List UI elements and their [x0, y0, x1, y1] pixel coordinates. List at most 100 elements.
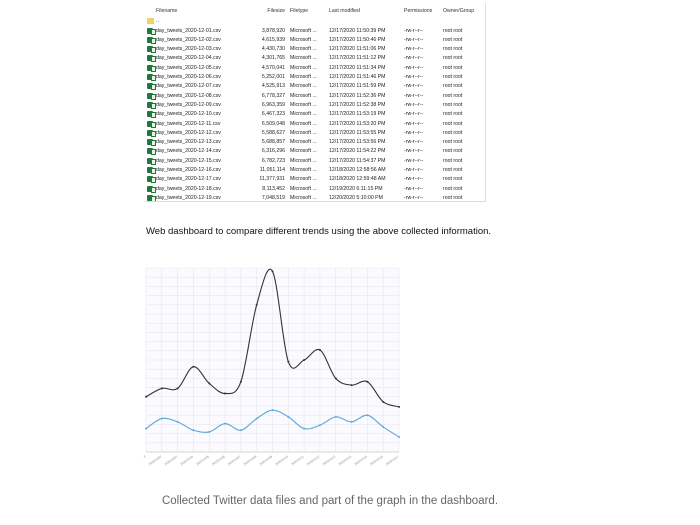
filesize: 4,615,939	[245, 37, 285, 43]
filetype: Microsoft ...	[290, 37, 317, 43]
data-point	[272, 270, 274, 272]
last-modified: 12/17/2020 11:53:19 PM	[329, 111, 385, 117]
file-row[interactable]: day_tweets_2020-12-11.csv 6,509,048 Micros…	[145, 120, 485, 129]
file-row[interactable]: day_tweets_2020-12-16.csv11,051,114Micro…	[145, 166, 485, 175]
csv-file-icon	[147, 167, 153, 173]
file-row[interactable]: day_tweets_2020-12-15.csv6,782,723Micros…	[145, 157, 485, 166]
filetype: Microsoft ...	[290, 102, 317, 108]
filename: day_tweets_2020-12-11.csv	[156, 121, 221, 127]
owner-group: root root	[443, 65, 462, 71]
data-point	[335, 377, 337, 379]
file-row[interactable]: day_tweets_2020-12-12.csv5,588,627Micros…	[145, 129, 485, 138]
file-row[interactable]: day_tweets_2020-12-17.csv11,377,931Micro…	[145, 175, 485, 184]
owner-group: root root	[443, 186, 462, 192]
column-header[interactable]: Owner/Group	[443, 8, 474, 14]
data-point	[335, 416, 337, 418]
filename: day_tweets_2020-12-17.csv	[156, 176, 221, 182]
csv-file-icon	[147, 121, 153, 127]
owner-group: root root	[443, 195, 462, 201]
data-point	[351, 384, 353, 386]
permissions: -rw-r--r--	[404, 111, 423, 117]
owner-group: root root	[443, 28, 462, 34]
file-row[interactable]: day_tweets_2020-12-09.csv6,963,359Micros…	[145, 101, 485, 110]
parent-folder-row[interactable]: ..	[145, 17, 485, 26]
column-header[interactable]: Filesize	[245, 8, 285, 14]
x-tick-label: 2020/12/15	[353, 454, 368, 466]
filename: day_tweets_2020-12-03.csv	[156, 46, 221, 52]
filesize: 6,782,723	[245, 158, 285, 164]
filename: day_tweets_2020-12-13.csv	[156, 139, 221, 145]
file-row[interactable]: day_tweets_2020-12-02.csv4,615,939Micros…	[145, 36, 485, 45]
file-row[interactable]: day_tweets_2020-12-18.csv8,113,452Micros…	[145, 185, 485, 194]
permissions: -rw-r--r--	[404, 186, 423, 192]
file-row[interactable]: day_tweets_2020-12-05.csv4,570,041Micros…	[145, 64, 485, 73]
x-tick-label: 2020/12/17	[385, 454, 400, 466]
column-header[interactable]: Filename	[156, 8, 177, 14]
column-header[interactable]: Permissions	[404, 8, 432, 14]
last-modified: 12/17/2020 11:52:38 PM	[329, 102, 385, 108]
file-row[interactable]: day_tweets_2020-12-10.csv6,467,323Micros…	[145, 110, 485, 119]
file-row[interactable]: day_tweets_2020-12-04.csv4,301,765Micros…	[145, 54, 485, 63]
filesize: 4,301,765	[245, 55, 285, 61]
filename: day_tweets_2020-12-05.csv	[156, 65, 221, 71]
x-tick-label: 2020/12/16	[369, 454, 384, 466]
data-point	[287, 361, 289, 363]
filesize: 5,688,857	[245, 139, 285, 145]
file-row[interactable]: day_tweets_2020-12-01.csv3,878,920Micros…	[145, 27, 485, 36]
data-point	[161, 387, 163, 389]
data-point	[303, 428, 305, 430]
csv-file-icon	[147, 176, 153, 182]
filetype: Microsoft ...	[290, 158, 317, 164]
data-point	[319, 424, 321, 426]
file-row[interactable]: day_tweets_2020-12-19.csv7,048,519Micros…	[145, 194, 485, 202]
filetype: Microsoft ...	[290, 176, 317, 182]
x-tick-label: 0	[143, 454, 147, 458]
permissions: -rw-r--r--	[404, 148, 423, 154]
csv-file-icon	[147, 93, 153, 99]
filename: day_tweets_2020-12-09.csv	[156, 102, 221, 108]
data-point	[319, 349, 321, 351]
column-header[interactable]: Last modified	[329, 8, 360, 14]
x-tick-label: 2020/12/07	[227, 454, 242, 466]
file-list: Filename Filesize Filetype Last modified Per…	[145, 3, 486, 202]
csv-file-icon	[147, 158, 153, 164]
data-point	[192, 366, 194, 368]
permissions: -rw-r--r--	[404, 121, 423, 127]
last-modified: 12/17/2020 11:53:20 PM	[329, 121, 385, 127]
owner-group: root root	[443, 139, 462, 145]
filename: day_tweets_2020-12-10.csv	[156, 111, 221, 117]
folder-icon	[147, 18, 154, 24]
data-point	[145, 428, 147, 430]
data-point	[272, 409, 274, 411]
owner-group: root root	[443, 167, 462, 173]
filesize: 8,113,452	[245, 186, 285, 192]
filename: day_tweets_2020-12-06.csv	[156, 74, 221, 80]
filetype: Microsoft ...	[290, 83, 317, 89]
filesize: 6,778,327	[245, 93, 285, 99]
filename: day_tweets_2020-12-07.csv	[156, 83, 221, 89]
filesize: 6,509,048	[245, 121, 285, 127]
file-list-header: Filename Filesize Filetype Last modified Per…	[145, 7, 485, 16]
file-row[interactable]: day_tweets_2020-12-06.csv5,252,001Micros…	[145, 73, 485, 82]
x-tick-label: 2020/12/03	[164, 454, 179, 466]
owner-group: root root	[443, 37, 462, 43]
file-row[interactable]: day_tweets_2020-12-08.csv6,778,327Micros…	[145, 92, 485, 101]
permissions: -rw-r--r--	[404, 158, 423, 164]
x-tick-label: 2020/12/04	[179, 454, 194, 466]
last-modified: 12/17/2020 11:50:46 PM	[329, 37, 385, 43]
data-point	[287, 416, 289, 418]
owner-group: root root	[443, 46, 462, 52]
data-point	[240, 429, 242, 431]
filetype: Microsoft ...	[290, 28, 317, 34]
file-row[interactable]: day_tweets_2020-12-07.csv4,525,913Micros…	[145, 82, 485, 91]
last-modified: 12/17/2020 11:54:22 PM	[329, 148, 385, 154]
data-point	[256, 418, 258, 420]
filesize: 11,051,114	[245, 167, 285, 173]
caption-top: Web dashboard to compare different trend…	[146, 226, 491, 237]
file-row[interactable]: day_tweets_2020-12-14.csv6,316,296Micros…	[145, 147, 485, 156]
column-header[interactable]: Filetype	[290, 8, 308, 14]
csv-file-icon	[147, 111, 153, 117]
file-row[interactable]: day_tweets_2020-12-13.csv5,688,857Micros…	[145, 138, 485, 147]
filetype: Microsoft ...	[290, 121, 317, 127]
file-row[interactable]: day_tweets_2020-12-03.csv4,430,730Micros…	[145, 45, 485, 54]
